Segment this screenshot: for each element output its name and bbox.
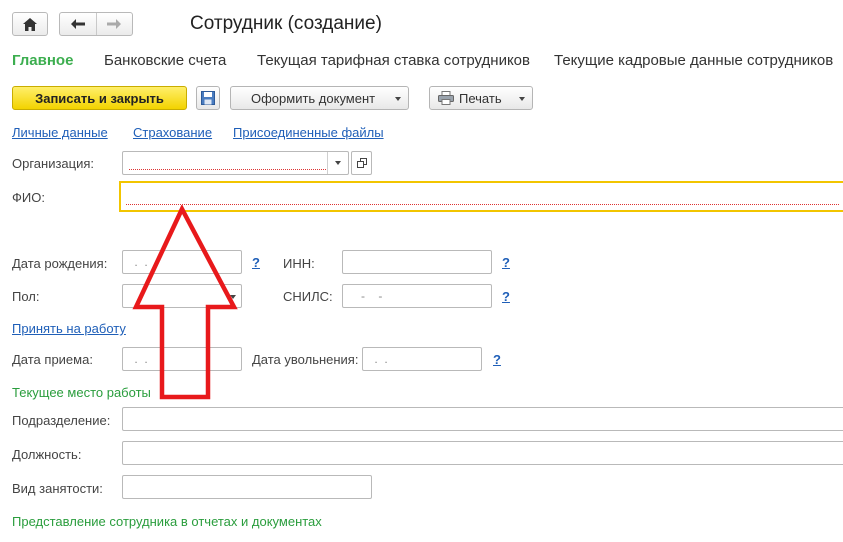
chevron-down-icon — [519, 97, 525, 101]
home-icon — [23, 17, 37, 31]
employment-type-input[interactable] — [122, 475, 372, 499]
department-input[interactable] — [122, 407, 843, 431]
position-label: Должность: — [12, 447, 82, 462]
hire-date-label: Дата приема: — [12, 352, 93, 367]
save-and-close-button[interactable]: Записать и закрыть — [12, 86, 187, 110]
employment-type-label: Вид занятости: — [12, 481, 103, 496]
arrow-right-icon — [107, 19, 122, 29]
tab-bank-accounts[interactable]: Банковские счета — [104, 52, 226, 69]
organization-open-button[interactable] — [351, 151, 372, 175]
tab-main[interactable]: Главное — [12, 52, 73, 69]
position-input[interactable] — [122, 441, 843, 465]
fire-date-help[interactable]: ? — [493, 352, 501, 367]
snils-label: СНИЛС: — [283, 289, 333, 304]
print-dropdown[interactable]: Печать — [429, 86, 533, 110]
organization-dropdown-button[interactable] — [327, 152, 348, 174]
inn-help[interactable]: ? — [502, 255, 510, 270]
annotation-arrow-up-icon — [132, 205, 238, 400]
chevron-down-icon — [335, 161, 341, 165]
gender-label: Пол: — [12, 289, 40, 304]
birth-date-help[interactable]: ? — [252, 255, 260, 270]
hire-link[interactable]: Принять на работу — [12, 321, 126, 336]
representation-section-title: Представление сотрудника в отчетах и док… — [12, 514, 322, 529]
snils-input[interactable]: - - — [342, 284, 492, 308]
tab-tariff-rate[interactable]: Текущая тарифная ставка сотрудников — [257, 52, 530, 69]
tab-hr-data[interactable]: Текущие кадровые данные сотрудников — [554, 52, 833, 69]
save-button[interactable] — [196, 86, 220, 110]
required-underline — [129, 169, 326, 170]
arrow-left-icon — [70, 19, 85, 29]
department-label: Подразделение: — [12, 413, 111, 428]
make-document-dropdown[interactable]: Оформить документ — [230, 86, 409, 110]
insurance-link[interactable]: Страхование — [133, 125, 212, 140]
attached-files-link[interactable]: Присоединенные файлы — [233, 125, 384, 140]
home-button[interactable] — [12, 12, 48, 36]
forward-button[interactable] — [97, 13, 133, 35]
fire-date-input[interactable]: . . — [362, 347, 482, 371]
inn-input[interactable] — [342, 250, 492, 274]
personal-data-link[interactable]: Личные данные — [12, 125, 108, 140]
inn-label: ИНН: — [283, 256, 315, 271]
fire-date-label: Дата увольнения: — [252, 352, 359, 367]
snils-help[interactable]: ? — [502, 289, 510, 304]
printer-icon — [438, 91, 454, 105]
floppy-disk-icon — [201, 91, 215, 105]
print-label: Печать — [459, 90, 502, 106]
birth-date-label: Дата рождения: — [12, 256, 108, 271]
open-window-icon — [356, 158, 367, 168]
fio-label: ФИО: — [12, 190, 45, 205]
history-nav — [59, 12, 133, 36]
chevron-down-icon — [395, 97, 401, 101]
make-document-label: Оформить документ — [251, 90, 376, 106]
organization-label: Организация: — [12, 156, 95, 171]
back-button[interactable] — [60, 13, 97, 35]
organization-input[interactable] — [122, 151, 349, 175]
window-title: Сотрудник (создание) — [190, 13, 382, 34]
